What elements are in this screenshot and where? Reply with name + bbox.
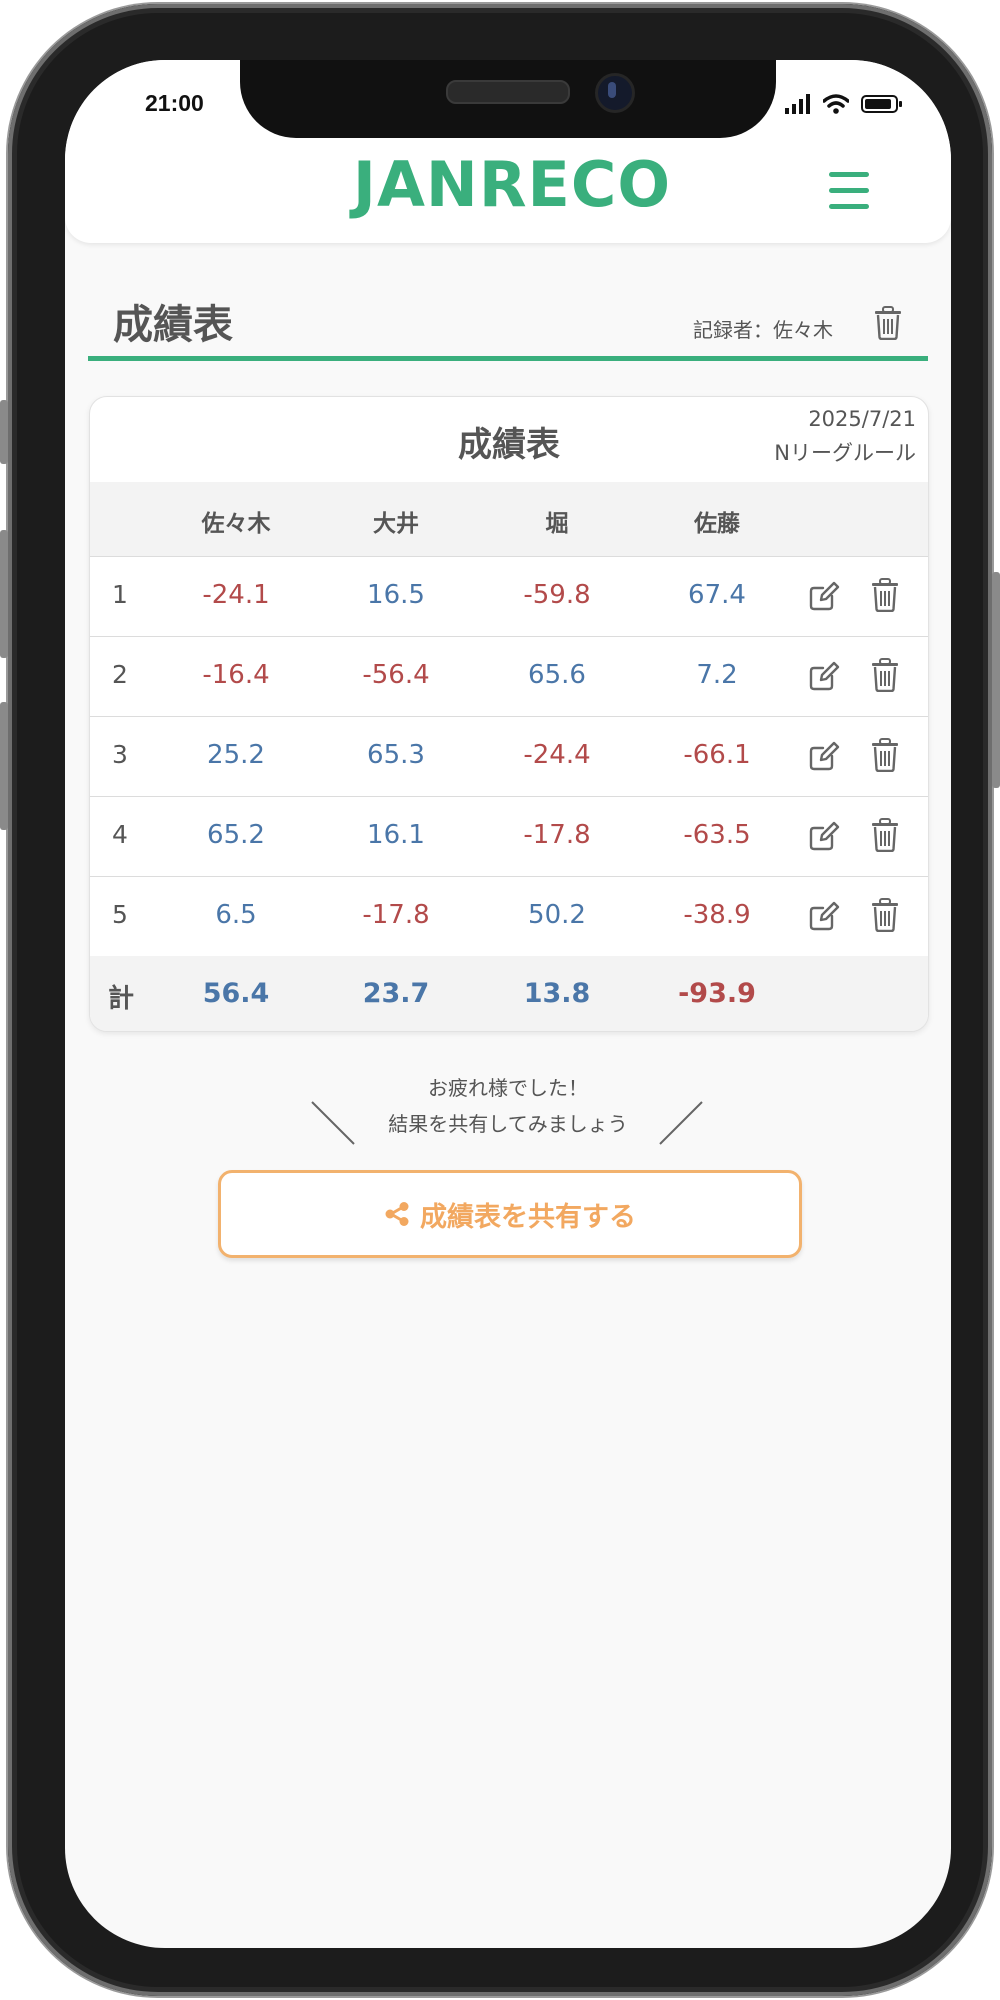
edit-icon[interactable]: [807, 658, 841, 692]
score-cell: -59.8: [523, 580, 591, 610]
score-cell: 25.2: [207, 740, 265, 770]
signal-icon: [785, 94, 810, 114]
notch: [240, 60, 776, 138]
edit-icon[interactable]: [807, 898, 841, 932]
score-cell: 7.2: [696, 660, 738, 690]
score-cell: -16.4: [202, 660, 270, 690]
completion-message: お疲れ様でした！ 結果を共有してみましょう: [65, 1070, 951, 1142]
score-cell: 67.4: [688, 580, 746, 610]
table-row: 5 6.5 -17.8 50.2 -38.9: [90, 876, 928, 957]
table-header: 佐々木 大井 堀 佐藤: [90, 482, 928, 557]
phone-frame: 21:00 JANRECO 成績表 記録者：佐々木 成績表 2025/7/21 …: [0, 4, 1000, 1996]
score-cell: 6.5: [215, 900, 257, 930]
card-rule: Nリーグルール: [774, 441, 916, 465]
title-underline: [88, 356, 928, 361]
trash-icon[interactable]: [870, 898, 904, 933]
side-button-volume-down: [0, 702, 8, 830]
table-row: 1 -24.1 16.5 -59.8 67.4: [90, 556, 928, 637]
message-line-1: お疲れ様でした！: [428, 1076, 588, 1100]
decor-slash-left: [311, 1101, 355, 1145]
edit-icon[interactable]: [807, 578, 841, 612]
table-row: 3 25.2 65.3 -24.4 -66.1: [90, 716, 928, 797]
front-camera: [595, 73, 635, 113]
total-score: 23.7: [362, 978, 430, 1009]
table-row: 2 -16.4 -56.4 65.6 7.2: [90, 636, 928, 717]
score-cell: 16.5: [367, 580, 425, 610]
side-button-power: [992, 572, 1000, 788]
score-cell: -38.9: [683, 900, 751, 930]
total-score: -93.9: [678, 978, 756, 1009]
score-cell: -24.1: [202, 580, 270, 610]
player-header: 佐々木: [201, 511, 271, 537]
score-cell: -63.5: [683, 820, 751, 850]
recorder-label: 記録者：佐々木: [693, 318, 833, 342]
share-icon: [385, 1202, 409, 1226]
status-icons: [785, 94, 903, 114]
wifi-icon: [823, 94, 849, 114]
score-cell: 50.2: [528, 900, 586, 930]
round-number: 2: [112, 660, 128, 689]
side-button-silent: [0, 400, 8, 464]
score-cell: -66.1: [683, 740, 751, 770]
round-number: 4: [112, 820, 128, 849]
total-label: 計: [108, 984, 135, 1014]
menu-icon[interactable]: [829, 172, 869, 212]
table-row: 4 65.2 16.1 -17.8 -63.5: [90, 796, 928, 877]
score-cell: -56.4: [362, 660, 430, 690]
app-screen: 21:00 JANRECO 成績表 記録者：佐々木 成績表 2025/7/21 …: [65, 60, 951, 1948]
trash-icon[interactable]: [870, 658, 904, 693]
total-score: 13.8: [523, 978, 591, 1009]
trash-icon[interactable]: [870, 738, 904, 773]
status-time: 21:00: [145, 90, 204, 116]
round-number: 5: [112, 900, 128, 929]
side-button-volume-up: [0, 530, 8, 658]
decor-slash-right: [659, 1101, 703, 1145]
score-cell: 65.2: [207, 820, 265, 850]
card-date: 2025/7/21: [808, 407, 916, 431]
speaker: [446, 80, 570, 104]
score-cell: 65.6: [528, 660, 586, 690]
score-cell: -17.8: [523, 820, 591, 850]
trash-icon[interactable]: [873, 306, 903, 340]
trash-icon[interactable]: [870, 818, 904, 853]
trash-icon[interactable]: [870, 578, 904, 613]
edit-icon[interactable]: [807, 818, 841, 852]
player-header: 大井: [373, 511, 419, 537]
score-cell: -17.8: [362, 900, 430, 930]
app-logo[interactable]: JANRECO: [327, 148, 697, 221]
player-header: 堀: [545, 511, 569, 537]
score-cell: 65.3: [367, 740, 425, 770]
edit-icon[interactable]: [807, 738, 841, 772]
message-line-2: 結果を共有してみましょう: [388, 1112, 628, 1136]
score-card: 成績表 2025/7/21 Nリーグルール 佐々木 大井 堀 佐藤 1 -24.1…: [89, 396, 929, 1032]
share-button[interactable]: 成績表を共有する: [218, 1170, 802, 1258]
player-header: 佐藤: [694, 511, 740, 537]
round-number: 1: [112, 580, 128, 609]
total-row: 計 56.4 23.7 13.8 -93.9: [90, 956, 928, 1031]
score-cell: -24.4: [523, 740, 591, 770]
page-title: 成績表: [113, 302, 233, 348]
share-button-label: 成績表を共有する: [420, 1201, 636, 1233]
round-number: 3: [112, 740, 128, 769]
score-cell: 16.1: [367, 820, 425, 850]
battery-icon: [861, 95, 902, 113]
total-score: 56.4: [202, 978, 270, 1009]
